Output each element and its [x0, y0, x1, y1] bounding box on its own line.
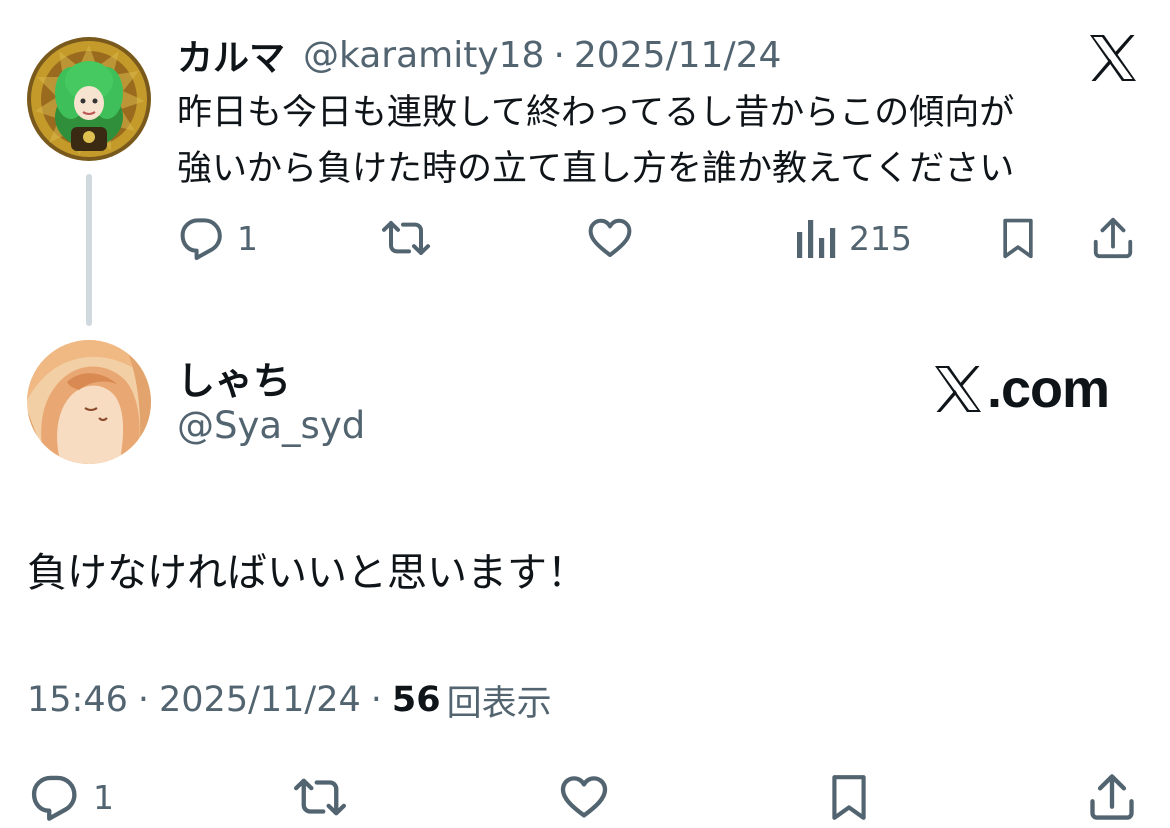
- reply-share-button[interactable]: [1086, 770, 1138, 824]
- quoted-views-count: 215: [849, 218, 912, 258]
- share-icon: [1093, 217, 1133, 259]
- quoted-avatar-image: [27, 37, 151, 161]
- reply-tweet-text: 負けなければいいと思います！: [27, 550, 587, 596]
- reply-avatar-image: [27, 340, 151, 464]
- xcom-text: .com: [987, 359, 1110, 419]
- quoted-display-name[interactable]: カルマ: [177, 29, 285, 81]
- reply-date[interactable]: 2025/11/24: [159, 680, 361, 720]
- reply-avatar[interactable]: [27, 340, 151, 464]
- xcom-brand: .com: [932, 358, 1110, 420]
- like-icon: [588, 218, 632, 257]
- reply-handle[interactable]: @Sya_syd: [177, 404, 365, 447]
- views-icon: [797, 220, 836, 258]
- bookmark-icon: [832, 775, 866, 820]
- retweet-icon: [382, 221, 430, 255]
- quoted-share-button[interactable]: [1090, 213, 1136, 263]
- thread-line: [86, 174, 92, 326]
- retweet-icon: [294, 778, 346, 816]
- quoted-reply-count: 1: [237, 218, 258, 258]
- quoted-text-line-2: 強いから負けた時の立て直し方を誰か教えてください: [177, 149, 1015, 189]
- meta-separator: ·: [370, 680, 382, 720]
- reply-reply-button[interactable]: 1: [27, 770, 114, 824]
- quoted-avatar[interactable]: [27, 37, 151, 161]
- reply-views-count[interactable]: 56: [392, 680, 441, 720]
- quoted-header: カルマ @karamity18 · 2025/11/24: [177, 30, 781, 80]
- reply-retweet-button[interactable]: [290, 770, 350, 824]
- quoted-reply-button[interactable]: 1: [177, 213, 258, 263]
- reply-time[interactable]: 15:46: [27, 680, 128, 720]
- quoted-date[interactable]: 2025/11/24: [574, 35, 782, 76]
- quoted-text-line-1: 昨日も今日も連敗して終わってるし昔からこの傾向が: [177, 93, 1015, 133]
- reply-bookmark-button[interactable]: [824, 770, 874, 824]
- reply-reply-count: 1: [93, 777, 114, 817]
- like-icon: [560, 776, 608, 818]
- x-logo-icon: [1090, 35, 1136, 81]
- quoted-bookmark-button[interactable]: [996, 213, 1040, 263]
- quoted-views-button[interactable]: 215: [793, 213, 912, 263]
- reply-views-label: 回表示: [446, 683, 552, 724]
- x-logo-icon: [935, 366, 981, 412]
- quoted-retweet-button[interactable]: [380, 213, 432, 263]
- quoted-handle[interactable]: @karamity18: [303, 35, 544, 76]
- meta-separator: ·: [137, 680, 150, 720]
- share-icon: [1090, 774, 1134, 820]
- quoted-tweet-text: 昨日も今日も連敗して終わってるし昔からこの傾向が 強いから負けた時の立て直し方を…: [177, 85, 1137, 197]
- quoted-like-button[interactable]: [585, 213, 635, 263]
- reply-meta: 15:46 · 2025/11/24 · 56 回表示: [27, 674, 552, 726]
- reply-display-name[interactable]: しゃち: [177, 350, 291, 405]
- reply-like-button[interactable]: [555, 770, 613, 824]
- reply-icon: [31, 775, 77, 821]
- bookmark-icon: [1003, 218, 1033, 259]
- header-separator: ·: [553, 34, 565, 76]
- reply-icon: [180, 218, 222, 260]
